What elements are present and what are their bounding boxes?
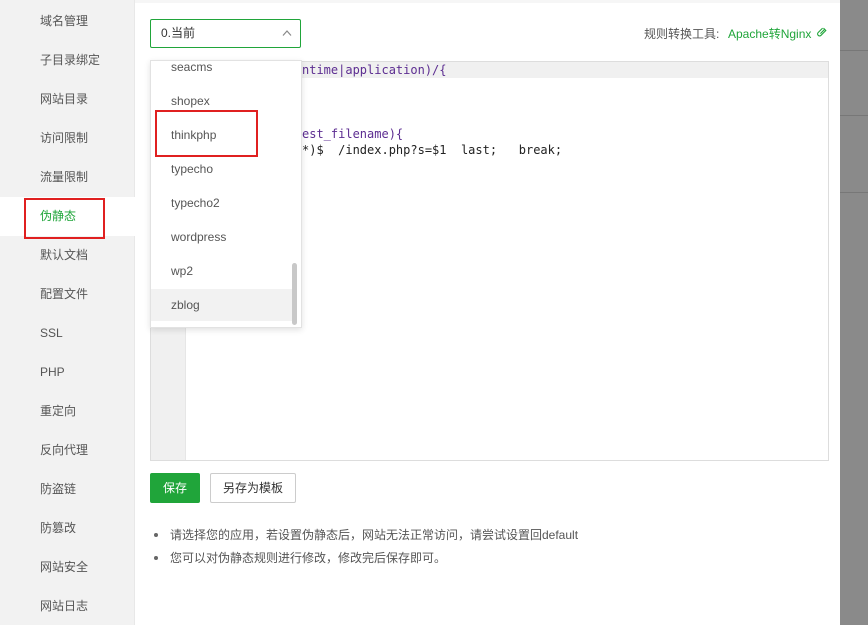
template-option-typecho[interactable]: typecho (151, 153, 293, 185)
save-as-template-button[interactable]: 另存为模板 (210, 473, 296, 503)
sidebar-item-traffic-limit[interactable]: 流量限制 (0, 158, 134, 197)
sidebar-item-tamper-protection[interactable]: 防篡改 (0, 509, 134, 548)
save-button[interactable]: 保存 (150, 473, 200, 503)
code-line-3: est_filename){ (302, 127, 404, 141)
sidebar-item-domain[interactable]: 域名管理 (0, 2, 134, 41)
sidebar-item-config-file[interactable]: 配置文件 (0, 275, 134, 314)
template-option-seacms[interactable]: seacms (151, 61, 293, 83)
tip-item: 您可以对伪静态规则进行修改，修改完后保存即可。 (154, 550, 578, 573)
sidebar-item-site-directory[interactable]: 网站目录 (0, 80, 134, 119)
sidebar-item-rewrite[interactable]: 伪静态 (0, 197, 135, 236)
tips-list: 请选择您的应用，若设置伪静态后，网站无法正常访问，请尝试设置回default 您… (154, 527, 578, 573)
code-line-4: *)$ /index.php?s=$1 last; break; (302, 143, 563, 157)
apache-to-nginx-link[interactable]: Apache转Nginx (728, 25, 811, 42)
chevron-up-icon (282, 30, 292, 36)
template-option-shopex[interactable]: shopex (151, 85, 293, 117)
sidebar-item-reverse-proxy[interactable]: 反向代理 (0, 431, 134, 470)
link-icon[interactable] (816, 26, 828, 38)
sidebar-item-redirect[interactable]: 重定向 (0, 392, 134, 431)
sidebar-item-php[interactable]: PHP (0, 353, 134, 392)
sidebar-item-subdirectory-binding[interactable]: 子目录绑定 (0, 41, 134, 80)
settings-sidebar: 域名管理 子目录绑定 网站目录 访问限制 流量限制 伪静态 默认文档 配置文件 … (0, 0, 135, 625)
sidebar-item-hotlink-protection[interactable]: 防盗链 (0, 470, 134, 509)
rewrite-template-select[interactable]: 0.当前 (150, 19, 301, 48)
sidebar-item-default-document[interactable]: 默认文档 (0, 236, 134, 275)
sidebar-item-ssl[interactable]: SSL (0, 314, 134, 353)
template-option-thinkphp[interactable]: thinkphp (151, 119, 293, 151)
template-option-wordpress[interactable]: wordpress (151, 221, 293, 253)
sidebar-item-site-security[interactable]: 网站安全 (0, 548, 134, 587)
template-option-zblog[interactable]: zblog (151, 289, 293, 321)
template-option-wp2[interactable]: wp2 (151, 255, 293, 287)
sidebar-item-site-log[interactable]: 网站日志 (0, 587, 134, 625)
site-settings-panel: 域名管理 子目录绑定 网站目录 访问限制 流量限制 伪静态 默认文档 配置文件 … (0, 0, 840, 625)
sidebar-item-access-limit[interactable]: 访问限制 (0, 119, 134, 158)
template-option-typecho2[interactable]: typecho2 (151, 187, 293, 219)
converter-label: 规则转换工具: (644, 27, 720, 41)
template-select-value: 0.当前 (161, 26, 196, 40)
dropdown-scrollbar[interactable] (292, 263, 297, 325)
code-line-1: ntime|application)/{ (302, 63, 447, 77)
template-dropdown-menu[interactable]: seacms shopex thinkphp typecho typecho2 … (150, 60, 302, 328)
tip-item: 请选择您的应用，若设置伪静态后，网站无法正常访问，请尝试设置回default (154, 527, 578, 550)
